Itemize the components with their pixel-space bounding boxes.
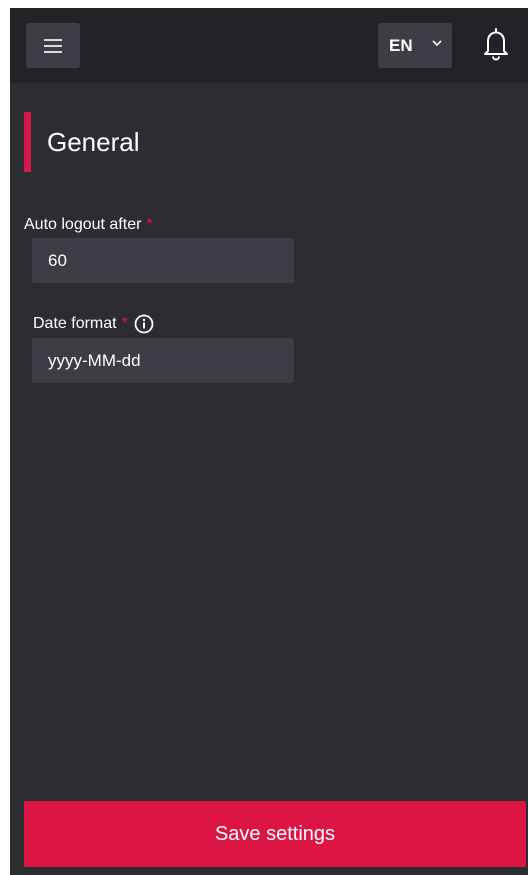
auto-logout-label: Auto logout after *	[24, 216, 153, 234]
info-icon[interactable]	[134, 314, 154, 334]
required-marker: *	[146, 216, 153, 233]
menu-button[interactable]	[26, 23, 80, 68]
section-accent-bar	[24, 112, 31, 172]
date-format-label-text: Date format	[33, 315, 117, 332]
hamburger-menu-icon	[44, 38, 62, 53]
date-format-input[interactable]: yyyy-MM-dd	[32, 338, 294, 383]
top-bar: EN	[10, 8, 528, 83]
date-format-label: Date format *	[33, 314, 154, 334]
bell-icon[interactable]	[482, 27, 510, 61]
language-select[interactable]: EN	[378, 23, 452, 68]
settings-screen: EN General Auto logout after * 60 Date f…	[10, 8, 528, 875]
auto-logout-label-text: Auto logout after	[24, 216, 142, 233]
chevron-down-icon	[432, 40, 442, 47]
section-header: General	[24, 112, 140, 172]
save-settings-button[interactable]: Save settings	[24, 801, 526, 867]
auto-logout-input[interactable]: 60	[32, 238, 294, 283]
language-value: EN	[389, 35, 413, 55]
section-title: General	[47, 126, 140, 157]
required-marker: *	[121, 315, 128, 332]
